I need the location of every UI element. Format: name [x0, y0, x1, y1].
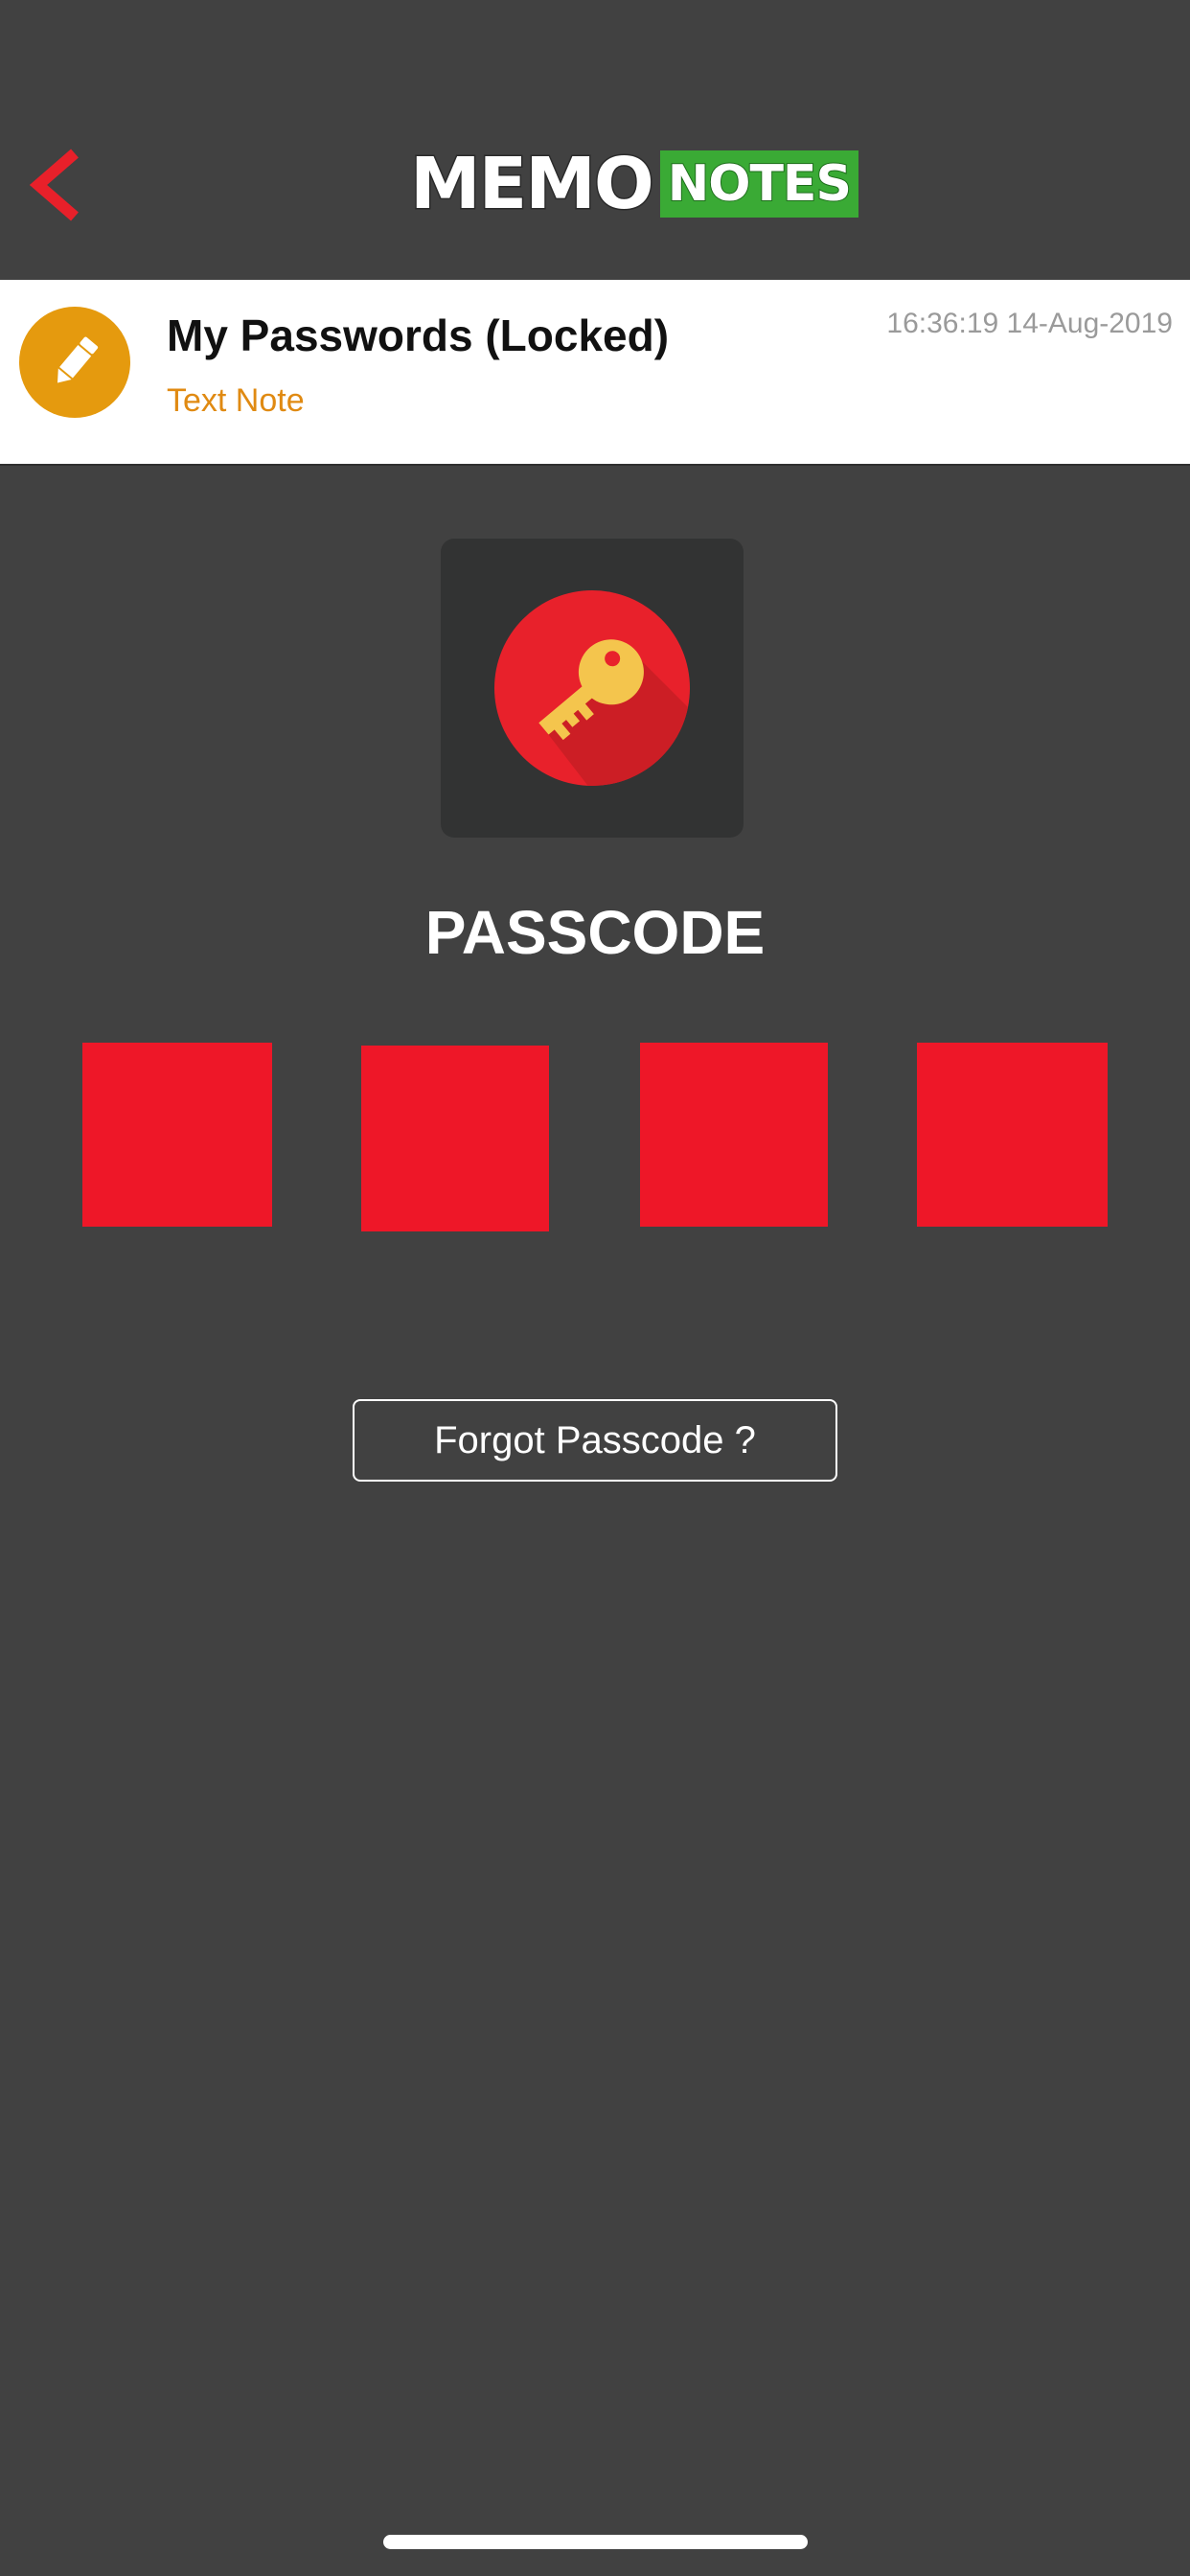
note-type-avatar: [19, 307, 130, 418]
app-logo: MEMO NOTES: [409, 143, 858, 225]
passcode-digit-2[interactable]: [361, 1046, 549, 1231]
note-title: My Passwords (Locked): [167, 310, 670, 360]
note-timestamp: 16:36:19 14-Aug-2019: [886, 308, 1173, 339]
passcode-digit-1[interactable]: [82, 1043, 272, 1227]
logo-memo-text: MEMO: [409, 143, 656, 225]
logo-notes-text: NOTES: [659, 150, 858, 218]
lock-icon-box: [441, 539, 744, 838]
key-icon: [494, 590, 690, 786]
pencil-icon: [57, 336, 99, 383]
note-type-label: Text Note: [167, 382, 305, 419]
chevron-left-icon: [29, 149, 79, 221]
passcode-digit-3[interactable]: [640, 1043, 828, 1227]
home-indicator[interactable]: [383, 2535, 808, 2549]
app-header: MEMO NOTES: [0, 0, 1190, 280]
back-button[interactable]: [21, 142, 107, 228]
passcode-digit-4[interactable]: [917, 1043, 1108, 1227]
note-card[interactable]: My Passwords (Locked) Text Note 16:36:19…: [0, 280, 1190, 466]
forgot-passcode-button[interactable]: Forgot Passcode ?: [353, 1399, 837, 1482]
passcode-heading: PASSCODE: [424, 898, 766, 967]
